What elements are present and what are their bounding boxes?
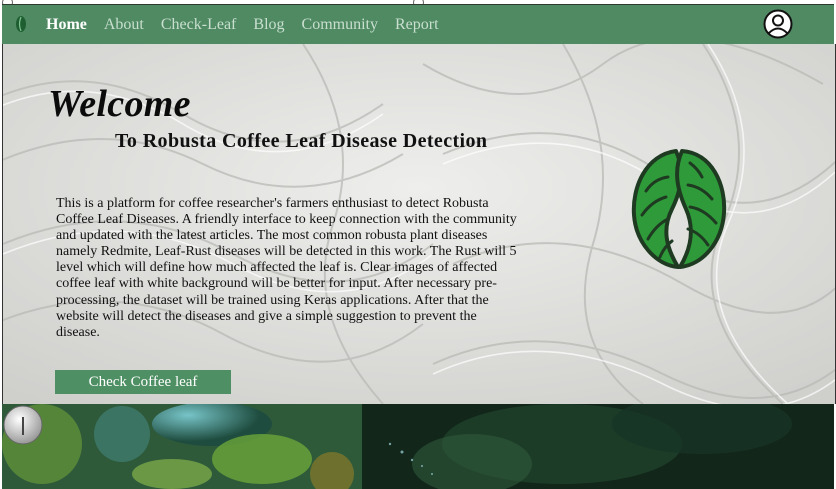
hero-subtitle: To Robusta Coffee Leaf Disease Detection [115,130,488,152]
coffee-bean-leaf-icon [631,149,727,269]
hero-description: This is a platform for coffee researcher… [56,196,517,340]
nav-community[interactable]: Community [302,16,378,34]
welcome-heading: Welcome [48,83,191,125]
nav-report[interactable]: Report [395,16,439,34]
check-coffee-leaf-button[interactable]: Check Coffee leaf [55,370,231,394]
nav-about[interactable]: About [104,16,144,34]
leaf-logo-icon[interactable] [14,14,28,34]
scroll-to-top-button[interactable] [2,404,44,446]
hero-section: Welcome To Robusta Coffee Leaf Disease D… [2,44,836,404]
bottom-banner-image [2,404,834,489]
nav-check-leaf[interactable]: Check-Leaf [161,16,237,34]
microscope-leaf-image [2,404,834,489]
nav-links: Home About Check-Leaf Blog Community Rep… [46,5,456,44]
nav-blog[interactable]: Blog [253,16,284,34]
user-circle-icon[interactable] [763,9,793,39]
navbar: Home About Check-Leaf Blog Community Rep… [2,4,834,45]
nav-home[interactable]: Home [46,16,87,34]
